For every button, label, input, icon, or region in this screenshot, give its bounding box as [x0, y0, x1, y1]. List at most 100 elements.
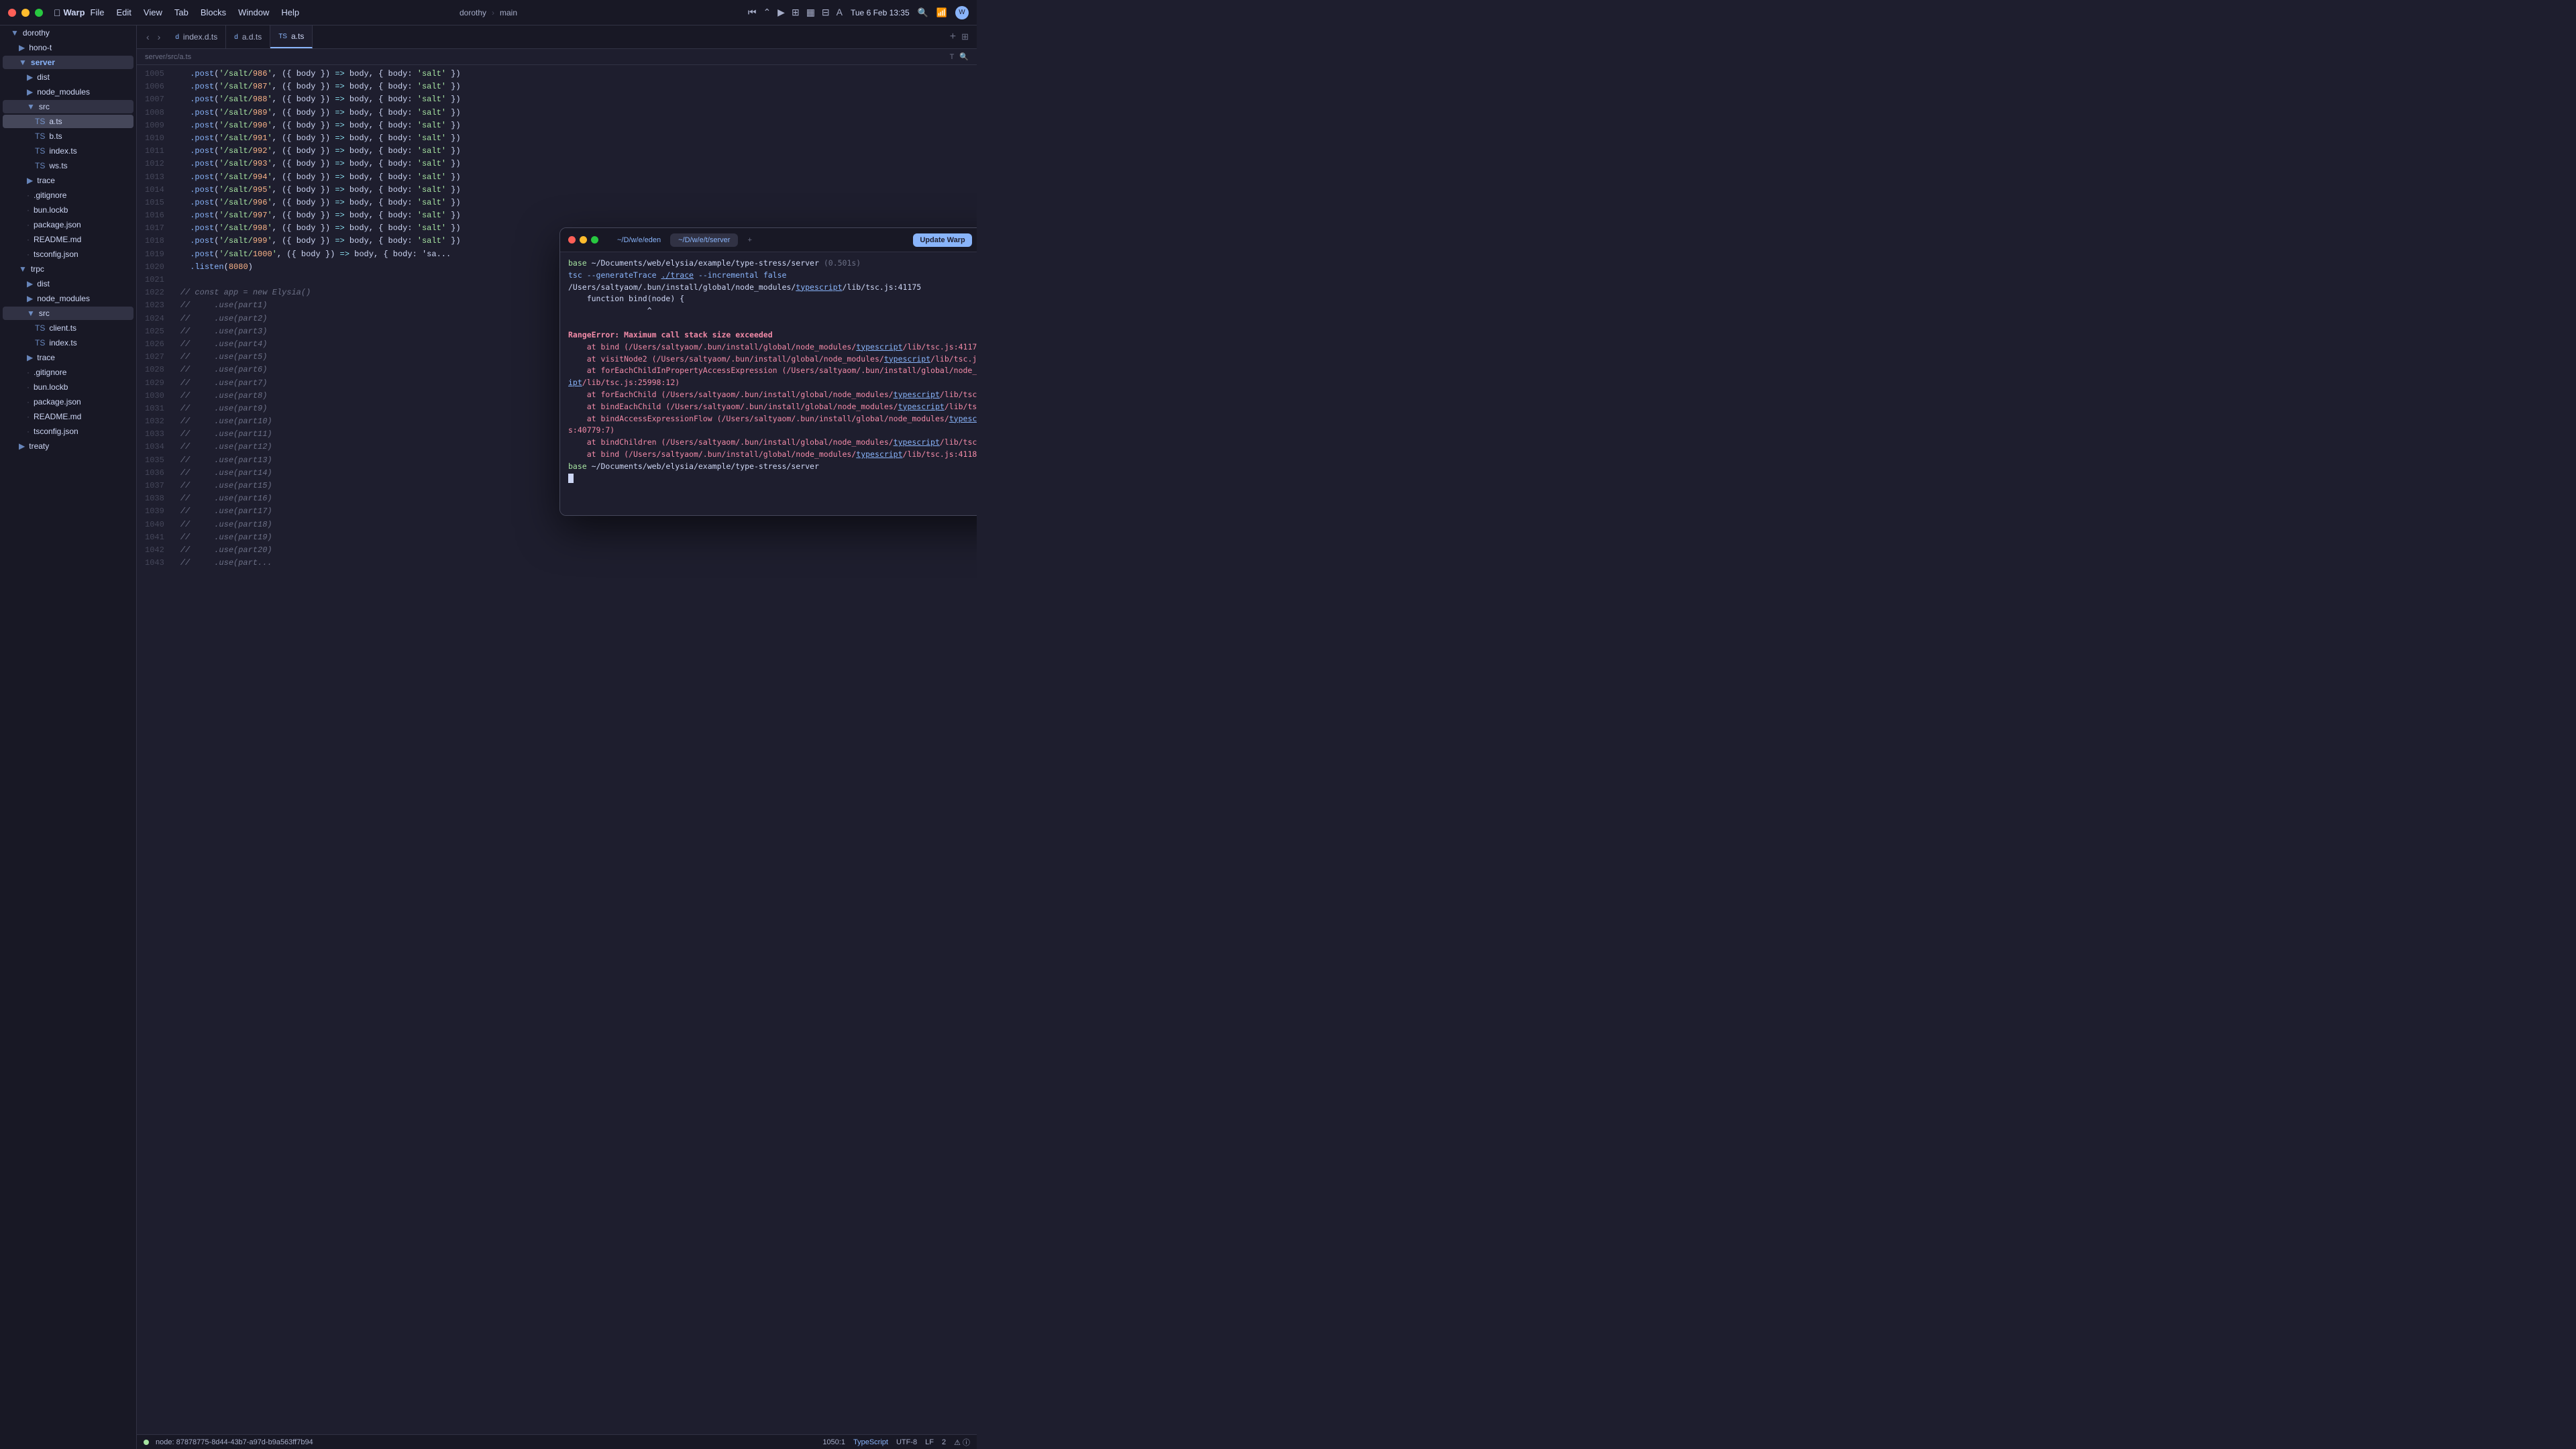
- ts-file-icon: TS: [35, 323, 45, 333]
- terminal-add-tab[interactable]: +: [739, 233, 759, 247]
- titlebar-time: Tue 6 Feb 13:35: [851, 8, 910, 17]
- term-close[interactable]: [568, 236, 576, 244]
- sidebar-label: node_modules: [37, 294, 90, 303]
- line-number: 1015: [145, 197, 164, 209]
- sidebar-item-a-ts[interactable]: TS a.ts: [3, 115, 133, 128]
- sidebar-item-b-ts[interactable]: TS b.ts: [3, 129, 133, 143]
- sidebar-item-trpc-src[interactable]: ▼ src: [3, 307, 133, 320]
- menu-help[interactable]: Help: [281, 7, 299, 17]
- terminal-tab-1[interactable]: ~/D/w/e/eden: [609, 233, 669, 247]
- status-language: TypeScript: [853, 1438, 888, 1446]
- code-line: .post('/salt/997', ({ body }) => body, {…: [172, 209, 977, 222]
- sidebar-item-bun-lockb[interactable]: · bun.lockb: [3, 203, 133, 217]
- sidebar-item-trpc-bun[interactable]: · bun.lockb: [3, 380, 133, 394]
- search-editor-icon[interactable]: 🔍: [959, 52, 969, 61]
- wifi-icon: 📶: [936, 7, 947, 18]
- menu-bar: File Edit View Tab Blocks Window Help: [91, 7, 300, 17]
- sidebar-item-node-modules[interactable]: ▶ node_modules: [3, 85, 133, 99]
- terminal-line: /Users/saltyaom/.bun/install/global/node…: [568, 282, 977, 294]
- line-number: 1032: [145, 415, 164, 428]
- line-number: 1033: [145, 428, 164, 441]
- sidebar-item-server[interactable]: ▼ server: [3, 56, 133, 69]
- folder-icon: ▼: [19, 264, 27, 274]
- file-icon: ·: [27, 235, 30, 244]
- terminal-titlebar: ~/D/w/e/eden ~/D/w/e/t/server + Update W…: [560, 228, 977, 252]
- back-icon: ⏮: [748, 7, 757, 18]
- search-icon[interactable]: 🔍: [918, 7, 928, 18]
- folder-icon: ▼: [11, 28, 19, 38]
- line-number: 1019: [145, 248, 164, 261]
- minimize-button[interactable]: [21, 9, 30, 17]
- term-maximize[interactable]: [591, 236, 598, 244]
- titlebar-center: dorothy › main: [460, 8, 517, 17]
- sidebar-item-trace[interactable]: ▶ trace: [3, 174, 133, 187]
- tab-forward[interactable]: ›: [155, 30, 164, 44]
- sidebar-item-tsconfig[interactable]: · tsconfig.json: [3, 248, 133, 261]
- avatar[interactable]: W: [955, 6, 969, 19]
- line-number: 1025: [145, 325, 164, 338]
- code-line: .post('/salt/995', ({ body }) => body, {…: [172, 184, 977, 197]
- code-line: .post('/salt/989', ({ body }) => body, {…: [172, 107, 977, 119]
- menu-blocks[interactable]: Blocks: [201, 7, 226, 17]
- line-number: 1030: [145, 390, 164, 402]
- sidebar-item-treaty[interactable]: ▶ treaty: [3, 439, 133, 453]
- sidebar-item-index-ts[interactable]: TS index.ts: [3, 144, 133, 158]
- terminal-line: base ~/Documents/web/elysia/example/type…: [568, 258, 977, 270]
- sidebar-item-trpc-index-ts[interactable]: TS index.ts: [3, 336, 133, 350]
- sidebar-item-trpc-package[interactable]: · package.json: [3, 395, 133, 409]
- sidebar-item-gitignore[interactable]: · .gitignore: [3, 189, 133, 202]
- sidebar-item-dist[interactable]: ▶ dist: [3, 70, 133, 84]
- sidebar-item-trpc-tsconfig[interactable]: · tsconfig.json: [3, 425, 133, 438]
- editor-actions: T 🔍: [950, 52, 969, 61]
- menu-view[interactable]: View: [144, 7, 162, 17]
- sidebar-item-ws-ts[interactable]: TS ws.ts: [3, 159, 133, 172]
- sidebar-item-trpc-dist[interactable]: ▶ dist: [3, 277, 133, 290]
- breadcrumb-text: server/src/a.ts: [145, 53, 191, 61]
- sidebar-item-trpc-node-modules[interactable]: ▶ node_modules: [3, 292, 133, 305]
- ts-icon: d: [175, 34, 179, 41]
- menu-app[interactable]: Warp: [64, 7, 85, 17]
- menu-window[interactable]: Window: [238, 7, 269, 17]
- titlebar-icons: ⏮ ⌃ ▶ ⊞ ▦ ⊟ A: [748, 7, 843, 18]
- tab-a-d-ts[interactable]: d a.d.ts: [226, 25, 270, 48]
- terminal-content[interactable]: base ~/Documents/web/elysia/example/type…: [560, 252, 977, 515]
- code-line: // .use(part18): [172, 519, 977, 531]
- sidebar-item-trpc[interactable]: ▼ trpc: [3, 262, 133, 276]
- sidebar-label: treaty: [29, 441, 49, 451]
- status-node-id: node: 87878775-8d44-43b7-a97d-b9a563ff7b…: [156, 1438, 313, 1446]
- font-size-icon[interactable]: T: [950, 53, 955, 61]
- line-number: 1026: [145, 338, 164, 351]
- sidebar-item-package-json[interactable]: · package.json: [3, 218, 133, 231]
- code-line: // .use(part19): [172, 531, 977, 544]
- menu-edit[interactable]: Edit: [116, 7, 131, 17]
- sidebar-item-src[interactable]: ▼ src: [3, 100, 133, 113]
- sidebar-item-readme[interactable]: · README.md: [3, 233, 133, 246]
- sidebar-item-trpc-trace[interactable]: ▶ trace: [3, 351, 133, 364]
- layout-icon: ▦: [806, 7, 815, 18]
- code-line: .post('/salt/991', ({ body }) => body, {…: [172, 132, 977, 145]
- term-minimize[interactable]: [580, 236, 587, 244]
- terminal-search-icon[interactable]: 🔍: [976, 233, 977, 247]
- maximize-button[interactable]: [35, 9, 43, 17]
- sidebar-item-trpc-readme[interactable]: · README.md: [3, 410, 133, 423]
- line-number: 1013: [145, 171, 164, 184]
- split-editor-button[interactable]: ⊞: [961, 32, 969, 42]
- tab-a-ts[interactable]: TS a.ts: [270, 25, 313, 48]
- tab-back[interactable]: ‹: [144, 30, 152, 44]
- sidebar-item-trpc-gitignore[interactable]: · .gitignore: [3, 366, 133, 379]
- file-icon: ·: [27, 205, 30, 215]
- update-warp-button[interactable]: Update Warp: [913, 233, 971, 247]
- tab-label: a.ts: [291, 32, 304, 41]
- tab-index-d-ts[interactable]: d index.d.ts: [167, 25, 226, 48]
- sidebar-label: README.md: [34, 235, 81, 244]
- close-button[interactable]: [8, 9, 16, 17]
- status-extra-icons: ⚠ ⓘ: [954, 1437, 970, 1448]
- add-tab-button[interactable]: +: [950, 31, 956, 43]
- menu-file[interactable]: File: [91, 7, 105, 17]
- line-number: 1014: [145, 184, 164, 197]
- sidebar-item-client-ts[interactable]: TS client.ts: [3, 321, 133, 335]
- sidebar-item-hono-t[interactable]: ▶ hono-t: [3, 41, 133, 54]
- terminal-tab-2[interactable]: ~/D/w/e/t/server: [670, 233, 738, 247]
- sidebar-item-dorothy[interactable]: ▼ dorothy: [3, 26, 133, 40]
- menu-tab[interactable]: Tab: [174, 7, 189, 17]
